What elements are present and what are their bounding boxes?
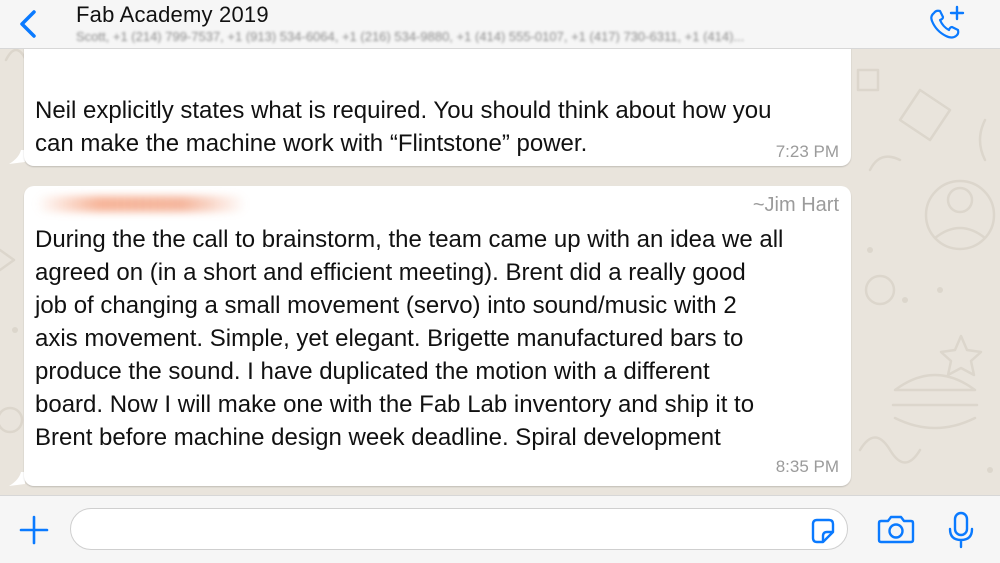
plus-icon[interactable] — [18, 514, 50, 546]
sender-name[interactable]: ~Jim Hart — [753, 194, 839, 217]
message-text: During the the call to brainstorm, the t… — [35, 223, 783, 454]
message-timestamp: 7:23 PM — [775, 142, 839, 161]
chevron-left-icon[interactable] — [14, 8, 42, 40]
message-line: board. Now I will make one with the Fab … — [35, 391, 755, 418]
composer-bar — [0, 495, 1000, 563]
message-line: Brent before machine design week deadlin… — [35, 424, 721, 451]
message-line: Neil explicitly states what is required.… — [35, 97, 772, 124]
message-bubble[interactable]: ~Jim Hart During the the call to brainst… — [24, 186, 851, 486]
message-line: agreed on (in a short and efficient meet… — [35, 259, 746, 286]
message-text: Neil explicitly states what is required.… — [35, 94, 771, 160]
chat-title[interactable]: Fab Academy 2019 — [76, 2, 269, 28]
redacted-sender-phone — [36, 196, 246, 212]
microphone-icon[interactable] — [946, 510, 976, 550]
message-line: axis movement. Simple, yet elegant. Brig… — [35, 325, 744, 352]
message-line: produce the sound. I have duplicated the… — [35, 358, 710, 385]
camera-icon[interactable] — [876, 512, 916, 546]
message-line: can make the machine work with “Flintsto… — [35, 130, 588, 157]
participants-list[interactable]: Scott, +1 (214) 799-7537, +1 (913) 534-6… — [76, 29, 906, 43]
message-line: job of changing a small movement (servo)… — [35, 292, 737, 319]
message-input[interactable] — [70, 508, 848, 550]
chat-header: Fab Academy 2019 Scott, +1 (214) 799-753… — [0, 0, 1000, 49]
message-timestamp: 8:35 PM — [775, 457, 839, 476]
add-call-icon[interactable] — [926, 3, 970, 45]
message-bubble[interactable]: Neil explicitly states what is required.… — [24, 36, 851, 166]
sticker-icon[interactable] — [808, 516, 838, 546]
message-line: During the the call to brainstorm, the t… — [35, 226, 784, 253]
